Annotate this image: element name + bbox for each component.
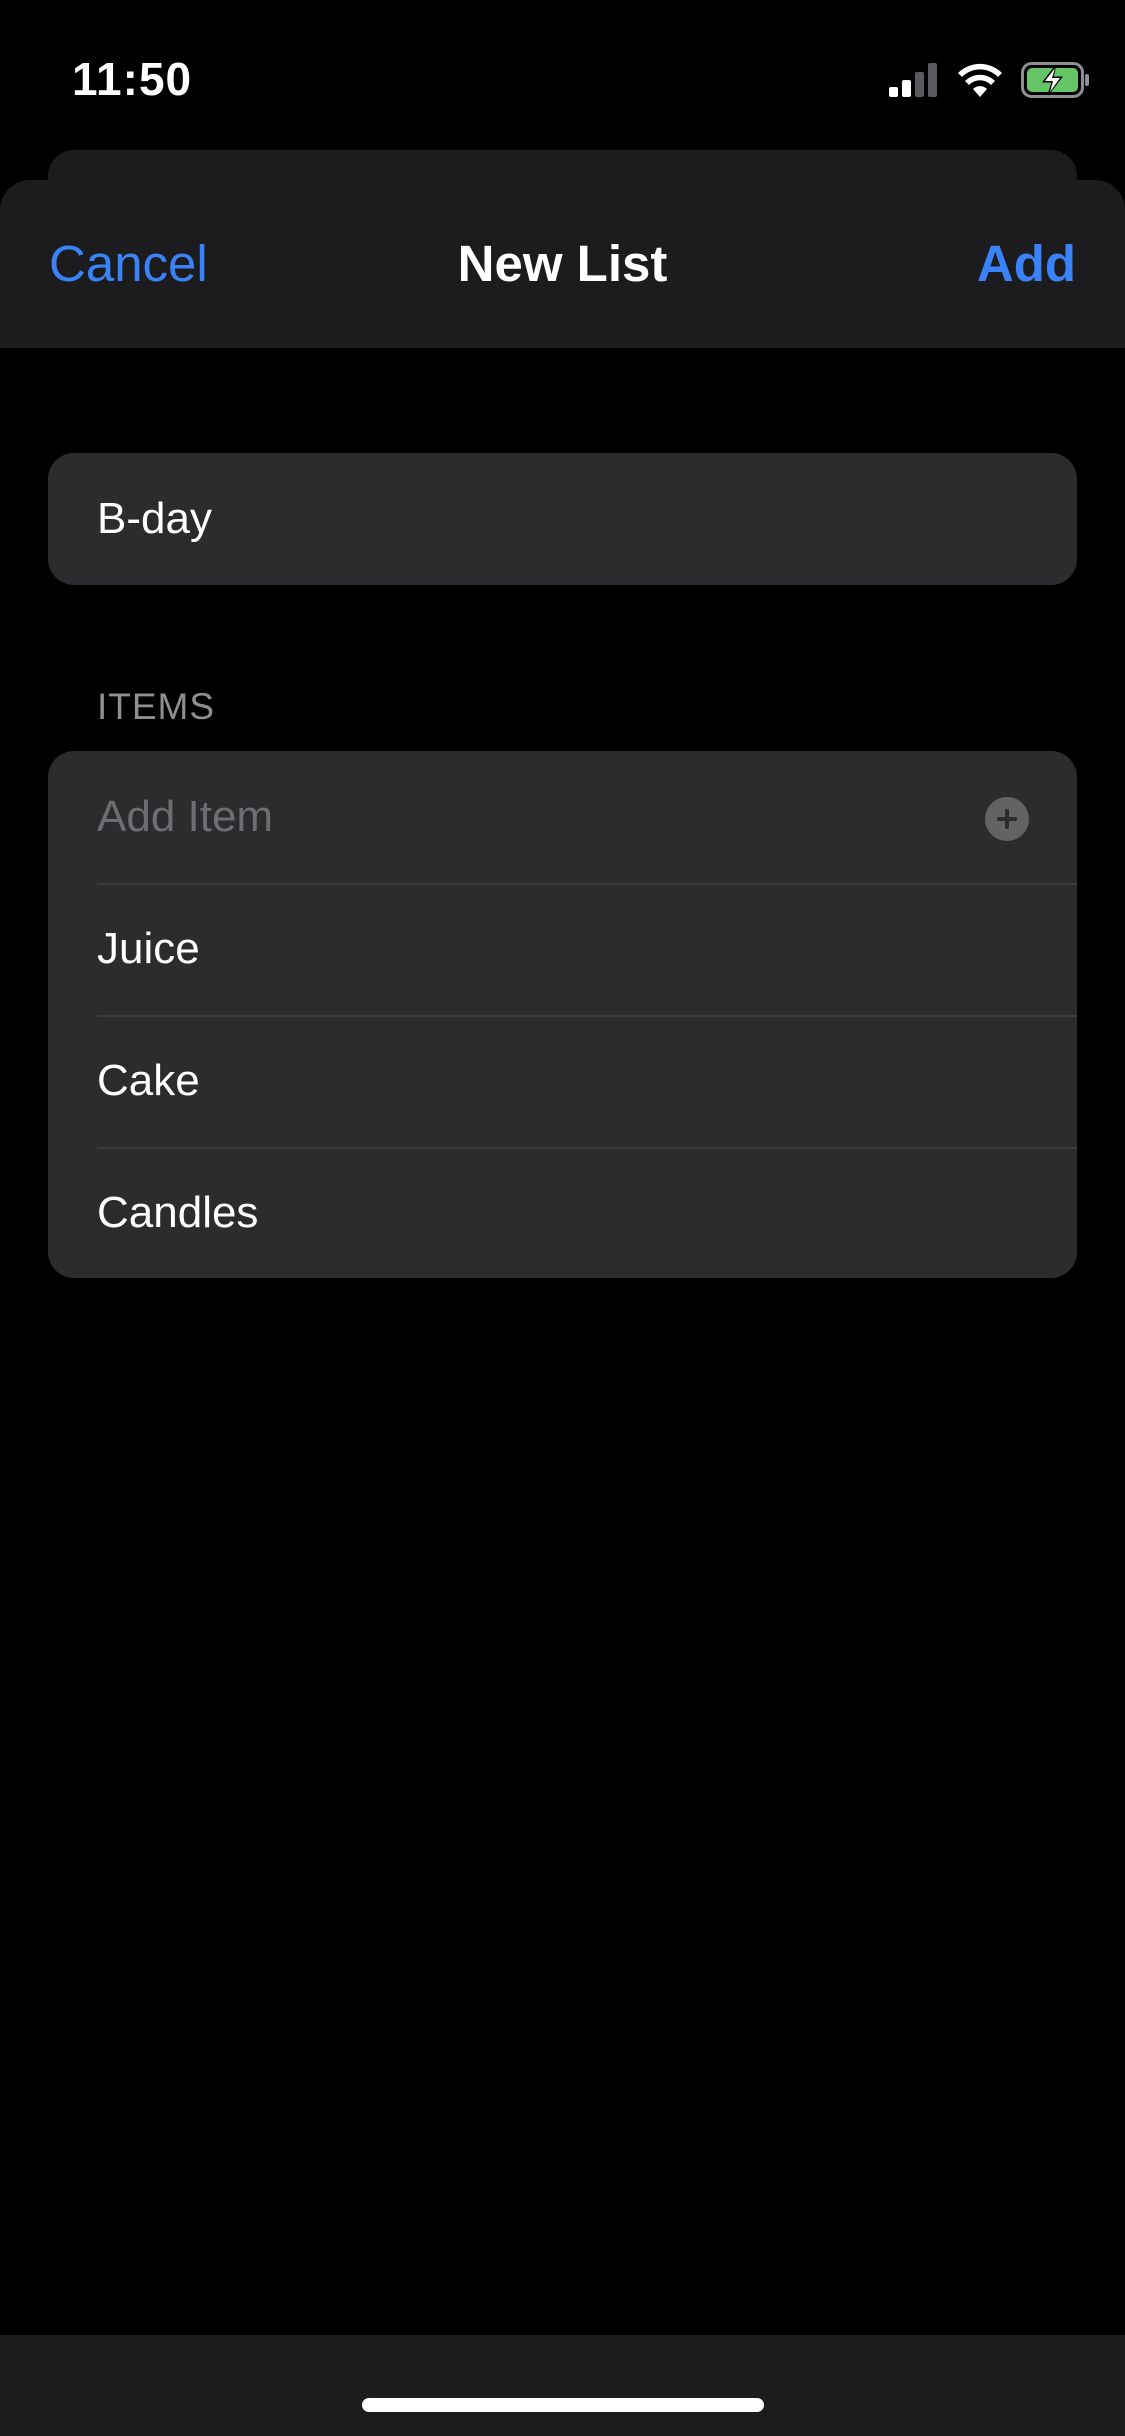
battery-charging-icon xyxy=(1021,61,1091,103)
status-time: 11:50 xyxy=(72,53,193,105)
list-item-label: Juice xyxy=(97,924,200,973)
list-item[interactable]: Juice xyxy=(48,883,1077,1015)
list-item-label: Cake xyxy=(97,1056,200,1105)
screen: 11:50 Cancel New List Add B-day ITEMS Ad… xyxy=(0,0,1125,2436)
home-indicator[interactable] xyxy=(362,2398,764,2412)
add-button[interactable]: Add xyxy=(977,234,1076,293)
items-list: Add Item Juice Cake Candles xyxy=(48,751,1077,1278)
items-section-header: ITEMS xyxy=(97,686,216,727)
add-item-placeholder: Add Item xyxy=(97,792,274,841)
list-name-value: B-day xyxy=(97,494,212,543)
wifi-icon xyxy=(957,63,1003,102)
status-bar: 11:50 xyxy=(0,0,1125,150)
add-item-field[interactable]: Add Item xyxy=(48,751,1077,883)
new-list-sheet: Cancel New List Add B-day ITEMS Add Item… xyxy=(0,180,1125,2436)
list-item[interactable]: Candles xyxy=(48,1147,1077,1278)
navigation-bar: Cancel New List Add xyxy=(0,180,1125,348)
list-item-label: Candles xyxy=(97,1188,259,1237)
bottom-bar xyxy=(0,2335,1125,2436)
cellular-signal-icon xyxy=(889,62,939,102)
plus-circle-icon[interactable] xyxy=(985,797,1029,841)
list-name-field[interactable]: B-day xyxy=(48,453,1077,585)
cancel-button[interactable]: Cancel xyxy=(49,234,208,293)
status-icons xyxy=(889,61,1091,103)
list-item[interactable]: Cake xyxy=(48,1015,1077,1147)
